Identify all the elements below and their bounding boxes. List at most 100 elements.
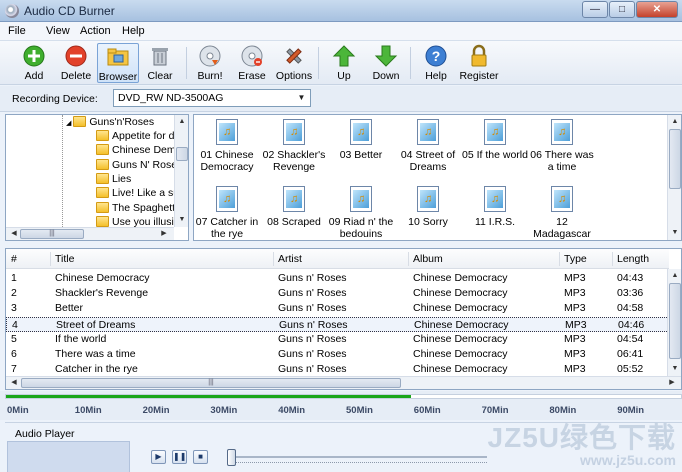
tree-horizontal-scrollbar[interactable]: ◀ ||| ▶: [6, 227, 174, 240]
table-row[interactable]: 6 There was a time Guns n' Roses Chinese De…: [6, 347, 669, 362]
help-button[interactable]: ? Help: [415, 43, 457, 83]
column-type[interactable]: Type: [564, 253, 587, 265]
file-item[interactable]: 10 Sorry: [395, 186, 461, 228]
column-title[interactable]: Title: [55, 253, 74, 265]
file-item[interactable]: 12 Madagascar: [529, 186, 595, 240]
dropdown-arrow-icon[interactable]: ▼: [294, 91, 309, 105]
seek-knob[interactable]: [227, 449, 236, 466]
menu-action[interactable]: Action: [80, 25, 111, 37]
tree-item[interactable]: Appetite for d: [96, 130, 174, 144]
delete-button[interactable]: Delete: [55, 43, 97, 83]
mp3-file-icon: [551, 119, 573, 145]
file-item[interactable]: 06 There was a time: [529, 119, 595, 173]
tree-item[interactable]: Chinese Demo: [96, 144, 181, 158]
scroll-thumb[interactable]: [669, 129, 681, 189]
table-row[interactable]: 3 Better Guns n' Roses Chinese Democracy MP3…: [6, 301, 669, 316]
stop-button[interactable]: ■: [193, 450, 208, 464]
table-cell: Guns n' Roses: [279, 318, 348, 331]
mp3-file-icon: [551, 186, 573, 212]
pause-button[interactable]: ❚❚: [172, 450, 187, 464]
up-button[interactable]: Up: [323, 43, 365, 83]
table-cell: Guns n' Roses: [278, 302, 347, 315]
lock-icon: [471, 44, 487, 67]
seek-ticks: [227, 462, 487, 465]
tree-item[interactable]: Guns N' Roses: [96, 159, 182, 173]
clear-button[interactable]: Clear: [139, 43, 181, 83]
window-controls: — □ ✕: [582, 1, 678, 18]
tree-vertical-scrollbar[interactable]: ▲ ▼: [174, 115, 188, 227]
table-cell: 5: [11, 332, 17, 345]
file-item[interactable]: 04 Street of Dreams: [395, 119, 461, 173]
menu-file[interactable]: File: [8, 25, 26, 37]
table-row[interactable]: 4 Street of Dreams Guns n' Roses Chinese De…: [6, 316, 669, 332]
recording-device-select[interactable]: DVD_RW ND-3500AG ▼: [113, 89, 311, 107]
table-cell: Chinese Democracy: [413, 332, 508, 345]
tracks-horizontal-scrollbar[interactable]: ◀ ||| ▶: [6, 376, 681, 389]
add-button[interactable]: Add: [13, 43, 55, 83]
scroll-left-icon[interactable]: ◀: [8, 228, 20, 240]
column-number[interactable]: #: [11, 253, 17, 265]
menu-help[interactable]: Help: [122, 25, 145, 37]
scroll-thumb[interactable]: [176, 147, 188, 161]
file-item[interactable]: 01 Chinese Democracy: [194, 119, 260, 173]
player-visual: [7, 441, 130, 472]
file-item[interactable]: 09 Riad n' the bedouins: [328, 186, 394, 240]
close-button[interactable]: ✕: [636, 1, 678, 18]
scroll-down-icon[interactable]: ▼: [669, 363, 681, 375]
seek-slider[interactable]: [227, 447, 487, 469]
timeline-mark: 20Min: [142, 405, 170, 416]
table-row[interactable]: 5 If the world Guns n' Roses Chinese Democr…: [6, 332, 669, 347]
tree-expand-icon[interactable]: ◢: [66, 120, 71, 127]
erase-button[interactable]: Erase: [231, 43, 273, 83]
scroll-right-icon[interactable]: ▶: [158, 228, 170, 240]
column-album[interactable]: Album: [413, 253, 443, 265]
timeline-mark: 60Min: [413, 405, 441, 416]
trash-icon: [152, 48, 168, 66]
minimize-button[interactable]: —: [582, 1, 608, 18]
play-button[interactable]: ▶: [151, 450, 166, 464]
menu-view[interactable]: View: [46, 25, 70, 37]
files-vertical-scrollbar[interactable]: ▲ ▼: [667, 115, 681, 240]
recording-device-value: DVD_RW ND-3500AG: [118, 92, 224, 104]
scroll-right-icon[interactable]: ▶: [666, 377, 678, 389]
scroll-thumb[interactable]: |||: [20, 229, 84, 239]
register-button[interactable]: Register: [457, 43, 501, 83]
options-button[interactable]: Options: [273, 43, 315, 83]
file-item[interactable]: 03 Better: [328, 119, 394, 161]
burn-button[interactable]: Burn!: [189, 43, 231, 83]
browser-button[interactable]: Browser: [97, 43, 139, 83]
table-row[interactable]: 2 Shackler's Revenge Guns n' Roses Chinese …: [6, 286, 669, 301]
scroll-down-icon[interactable]: ▼: [669, 227, 681, 239]
capacity-fill: [6, 395, 411, 398]
down-button[interactable]: Down: [365, 43, 407, 83]
file-item[interactable]: 05 If the world: [462, 119, 528, 161]
tree-root[interactable]: ◢ Guns'n'Roses: [66, 116, 154, 130]
scroll-down-icon[interactable]: ▼: [176, 214, 188, 226]
table-row[interactable]: 7 Catcher in the rye Guns n' Roses Chinese …: [6, 362, 669, 377]
audio-player: Audio Player ▶ ❚❚ ■ JZ5U绿色下载 www.jz5u.co…: [5, 422, 682, 472]
column-artist[interactable]: Artist: [278, 253, 302, 265]
tree-item[interactable]: Lies: [96, 173, 131, 187]
file-item[interactable]: 11 I.R.S.: [462, 186, 528, 228]
mp3-file-icon: [350, 119, 372, 145]
column-length[interactable]: Length: [617, 253, 649, 265]
scroll-up-icon[interactable]: ▲: [176, 116, 188, 128]
file-item[interactable]: 02 Shackler's Revenge: [261, 119, 327, 173]
mp3-file-icon: [417, 186, 439, 212]
scroll-up-icon[interactable]: ▲: [669, 270, 681, 282]
table-cell: Chinese Democracy: [413, 348, 508, 360]
scroll-up-icon[interactable]: ▲: [669, 116, 681, 128]
scroll-thumb[interactable]: |||: [21, 378, 401, 388]
table-row[interactable]: 1 Chinese Democracy Guns n' Roses Chinese D…: [6, 271, 669, 286]
table-cell: MP3: [564, 348, 586, 360]
tree-item[interactable]: The Spaghetti: [96, 202, 177, 216]
scroll-thumb[interactable]: [669, 283, 681, 359]
scroll-left-icon[interactable]: ◀: [8, 377, 20, 389]
column-divider: [408, 252, 409, 266]
tracks-vertical-scrollbar[interactable]: ▲ ▼: [667, 269, 681, 376]
maximize-button[interactable]: □: [609, 1, 635, 18]
disc-capacity-timeline: 0Min 10Min 20Min 30Min 40Min 50Min 60Min 70Min 8…: [0, 391, 682, 420]
tree-item[interactable]: Live! Like a su: [96, 187, 179, 201]
file-item[interactable]: 07 Catcher in the rye: [194, 186, 260, 240]
file-item[interactable]: 08 Scraped: [261, 186, 327, 228]
